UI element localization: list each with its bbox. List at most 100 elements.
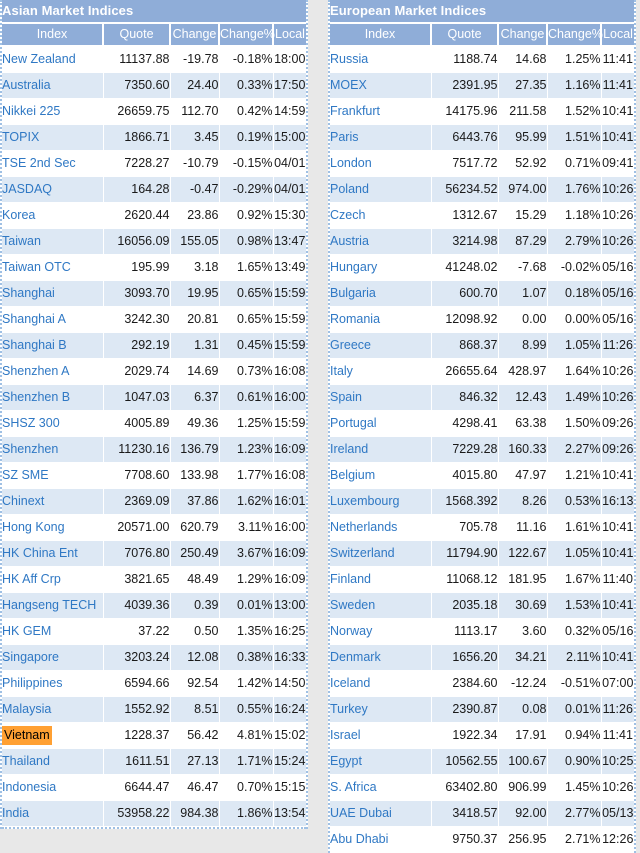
index-name-cell[interactable]: Spain xyxy=(330,384,432,411)
index-name-cell[interactable]: Singapore xyxy=(2,644,104,671)
table-row[interactable]: SHSZ 300 4005.89 49.36 1.25% 15:59 xyxy=(2,410,306,437)
table-row[interactable]: Italy 26655.64 428.97 1.64% 10:26 xyxy=(330,358,635,385)
table-row[interactable]: Vietnam 1228.37 56.42 4.81% 15:02 xyxy=(2,722,306,749)
table-row[interactable]: Norway 1113.17 3.60 0.32% 05/16 xyxy=(330,618,635,645)
table-row[interactable]: London 7517.72 52.92 0.71% 09:41 xyxy=(330,150,635,177)
table-row[interactable]: Israel 1922.34 17.91 0.94% 11:41 xyxy=(330,722,635,749)
index-name-cell[interactable]: Taiwan OTC xyxy=(2,254,104,281)
index-name-cell[interactable]: Shanghai A xyxy=(2,306,104,333)
table-row[interactable]: Denmark 1656.20 34.21 2.11% 10:41 xyxy=(330,644,635,671)
index-name-cell[interactable]: Finland xyxy=(330,566,432,593)
table-row[interactable]: JASDAQ 164.28 -0.47 -0.29% 04/01 xyxy=(2,176,306,203)
table-row[interactable]: TOPIX 1866.71 3.45 0.19% 15:00 xyxy=(2,124,306,151)
column-header-index[interactable]: Index xyxy=(2,23,104,47)
table-row[interactable]: Netherlands 705.78 11.16 1.61% 10:41 xyxy=(330,514,635,541)
table-row[interactable]: Taiwan OTC 195.99 3.18 1.65% 13:49 xyxy=(2,254,306,281)
table-row[interactable]: Shanghai 3093.70 19.95 0.65% 15:59 xyxy=(2,280,306,307)
table-row[interactable]: Singapore 3203.24 12.08 0.38% 16:33 xyxy=(2,644,306,671)
index-name-cell[interactable]: Shenzhen xyxy=(2,436,104,463)
table-row[interactable]: Philippines 6594.66 92.54 1.42% 14:50 xyxy=(2,670,306,697)
index-name-cell[interactable]: Romania xyxy=(330,306,432,333)
table-row[interactable]: Malaysia 1552.92 8.51 0.55% 16:24 xyxy=(2,696,306,723)
table-row[interactable]: HK Aff Crp 3821.65 48.49 1.29% 16:09 xyxy=(2,566,306,593)
index-name-cell[interactable]: New Zealand xyxy=(2,46,104,73)
index-name-cell[interactable]: HK China Ent xyxy=(2,540,104,567)
index-name-cell[interactable]: Australia xyxy=(2,72,104,99)
table-row[interactable]: Luxembourg 1568.392 8.26 0.53% 16:13 xyxy=(330,488,635,515)
table-row[interactable]: Spain 846.32 12.43 1.49% 10:26 xyxy=(330,384,635,411)
index-name-cell[interactable]: MOEX xyxy=(330,72,432,99)
table-row[interactable]: Iceland 2384.60 -12.24 -0.51% 07:00 xyxy=(330,670,635,697)
index-name-cell[interactable]: Austria xyxy=(330,228,432,255)
column-header-change-pct[interactable]: Change% xyxy=(219,23,275,47)
index-name-cell[interactable]: Vietnam xyxy=(2,722,104,749)
table-row[interactable]: Indonesia 6644.47 46.47 0.70% 15:15 xyxy=(2,774,306,801)
table-row[interactable]: Shanghai B 292.19 1.31 0.45% 15:59 xyxy=(2,332,306,359)
table-row[interactable]: Poland 56234.52 974.00 1.76% 10:26 xyxy=(330,176,635,203)
table-row[interactable]: Greece 868.37 8.99 1.05% 11:26 xyxy=(330,332,635,359)
table-row[interactable]: Belgium 4015.80 47.97 1.21% 10:41 xyxy=(330,462,635,489)
index-name-cell[interactable]: JASDAQ xyxy=(2,176,104,203)
table-row[interactable]: HK GEM 37.22 0.50 1.35% 16:25 xyxy=(2,618,306,645)
index-name-cell[interactable]: Portugal xyxy=(330,410,432,437)
table-row[interactable]: Czech 1312.67 15.29 1.18% 10:26 xyxy=(330,202,635,229)
index-name-cell[interactable]: SHSZ 300 xyxy=(2,410,104,437)
index-name-cell[interactable]: Sweden xyxy=(330,592,432,619)
index-name-cell[interactable]: Korea xyxy=(2,202,104,229)
index-name-cell[interactable]: Poland xyxy=(330,176,432,203)
index-name-cell[interactable]: TSE 2nd Sec xyxy=(2,150,104,177)
index-name-cell[interactable]: Bulgaria xyxy=(330,280,432,307)
column-header-change[interactable]: Change xyxy=(498,23,548,47)
column-header-index[interactable]: Index xyxy=(330,23,432,47)
table-row[interactable]: S. Africa 63402.80 906.99 1.45% 10:26 xyxy=(330,774,635,801)
index-name-cell[interactable]: Denmark xyxy=(330,644,432,671)
column-header-change[interactable]: Change xyxy=(170,23,220,47)
index-name-cell[interactable]: Taiwan xyxy=(2,228,104,255)
column-header-quote[interactable]: Quote xyxy=(103,23,171,47)
table-row[interactable]: Egypt 10562.55 100.67 0.90% 10:25 xyxy=(330,748,635,775)
index-name-cell[interactable]: S. Africa xyxy=(330,774,432,801)
index-name-cell[interactable]: Thailand xyxy=(2,748,104,775)
table-row[interactable]: Hong Kong 20571.00 620.79 3.11% 16:00 xyxy=(2,514,306,541)
table-row[interactable]: SZ SME 7708.60 133.98 1.77% 16:08 xyxy=(2,462,306,489)
table-row[interactable]: Korea 2620.44 23.86 0.92% 15:30 xyxy=(2,202,306,229)
index-name-cell[interactable]: Czech xyxy=(330,202,432,229)
index-name-cell[interactable]: India xyxy=(2,800,104,827)
table-row[interactable]: Hungary 41248.02 -7.68 -0.02% 05/16 xyxy=(330,254,635,281)
index-name-cell[interactable]: Turkey xyxy=(330,696,432,723)
index-name-cell[interactable]: Hangseng TECH xyxy=(2,592,104,619)
index-name-cell[interactable]: Abu Dhabi xyxy=(330,826,432,853)
table-row[interactable]: Shenzhen 11230.16 136.79 1.23% 16:09 xyxy=(2,436,306,463)
table-row[interactable]: Finland 11068.12 181.95 1.67% 11:40 xyxy=(330,566,635,593)
index-name-cell[interactable]: Chinext xyxy=(2,488,104,515)
index-name-cell[interactable]: Israel xyxy=(330,722,432,749)
column-header-local[interactable]: Local xyxy=(273,23,306,47)
table-row[interactable]: Nikkei 225 26659.75 112.70 0.42% 14:59 xyxy=(2,98,306,125)
index-name-cell[interactable]: SZ SME xyxy=(2,462,104,489)
table-row[interactable]: Turkey 2390.87 0.08 0.01% 11:26 xyxy=(330,696,635,723)
table-row[interactable]: Paris 6443.76 95.99 1.51% 10:41 xyxy=(330,124,635,151)
index-name-cell[interactable]: HK GEM xyxy=(2,618,104,645)
index-name-cell[interactable]: Italy xyxy=(330,358,432,385)
index-name-cell[interactable]: Hungary xyxy=(330,254,432,281)
table-row[interactable]: Frankfurt 14175.96 211.58 1.52% 10:41 xyxy=(330,98,635,125)
table-row[interactable]: Portugal 4298.41 63.38 1.50% 09:26 xyxy=(330,410,635,437)
table-row[interactable]: Romania 12098.92 0.00 0.00% 05/16 xyxy=(330,306,635,333)
column-header-local[interactable]: Local xyxy=(601,23,635,47)
index-name-cell[interactable]: UAE Dubai xyxy=(330,800,432,827)
table-row[interactable]: UAE Dubai 3418.57 92.00 2.77% 05/13 xyxy=(330,800,635,827)
table-row[interactable]: Abu Dhabi 9750.37 256.95 2.71% 12:26 xyxy=(330,826,635,853)
column-header-change-pct[interactable]: Change% xyxy=(547,23,603,47)
index-name-cell[interactable]: Russia xyxy=(330,46,432,73)
index-name-cell[interactable]: Belgium xyxy=(330,462,432,489)
table-row[interactable]: New Zealand 11137.88 -19.78 -0.18% 18:00 xyxy=(2,46,306,73)
index-name-cell[interactable]: Shenzhen A xyxy=(2,358,104,385)
table-row[interactable]: Taiwan 16056.09 155.05 0.98% 13:47 xyxy=(2,228,306,255)
table-row[interactable]: MOEX 2391.95 27.35 1.16% 11:41 xyxy=(330,72,635,99)
table-row[interactable]: TSE 2nd Sec 7228.27 -10.79 -0.15% 04/01 xyxy=(2,150,306,177)
index-name-cell[interactable]: Norway xyxy=(330,618,432,645)
table-row[interactable]: Shanghai A 3242.30 20.81 0.65% 15:59 xyxy=(2,306,306,333)
index-name-cell[interactable]: Luxembourg xyxy=(330,488,432,515)
index-name-cell[interactable]: Frankfurt xyxy=(330,98,432,125)
index-name-cell[interactable]: Nikkei 225 xyxy=(2,98,104,125)
